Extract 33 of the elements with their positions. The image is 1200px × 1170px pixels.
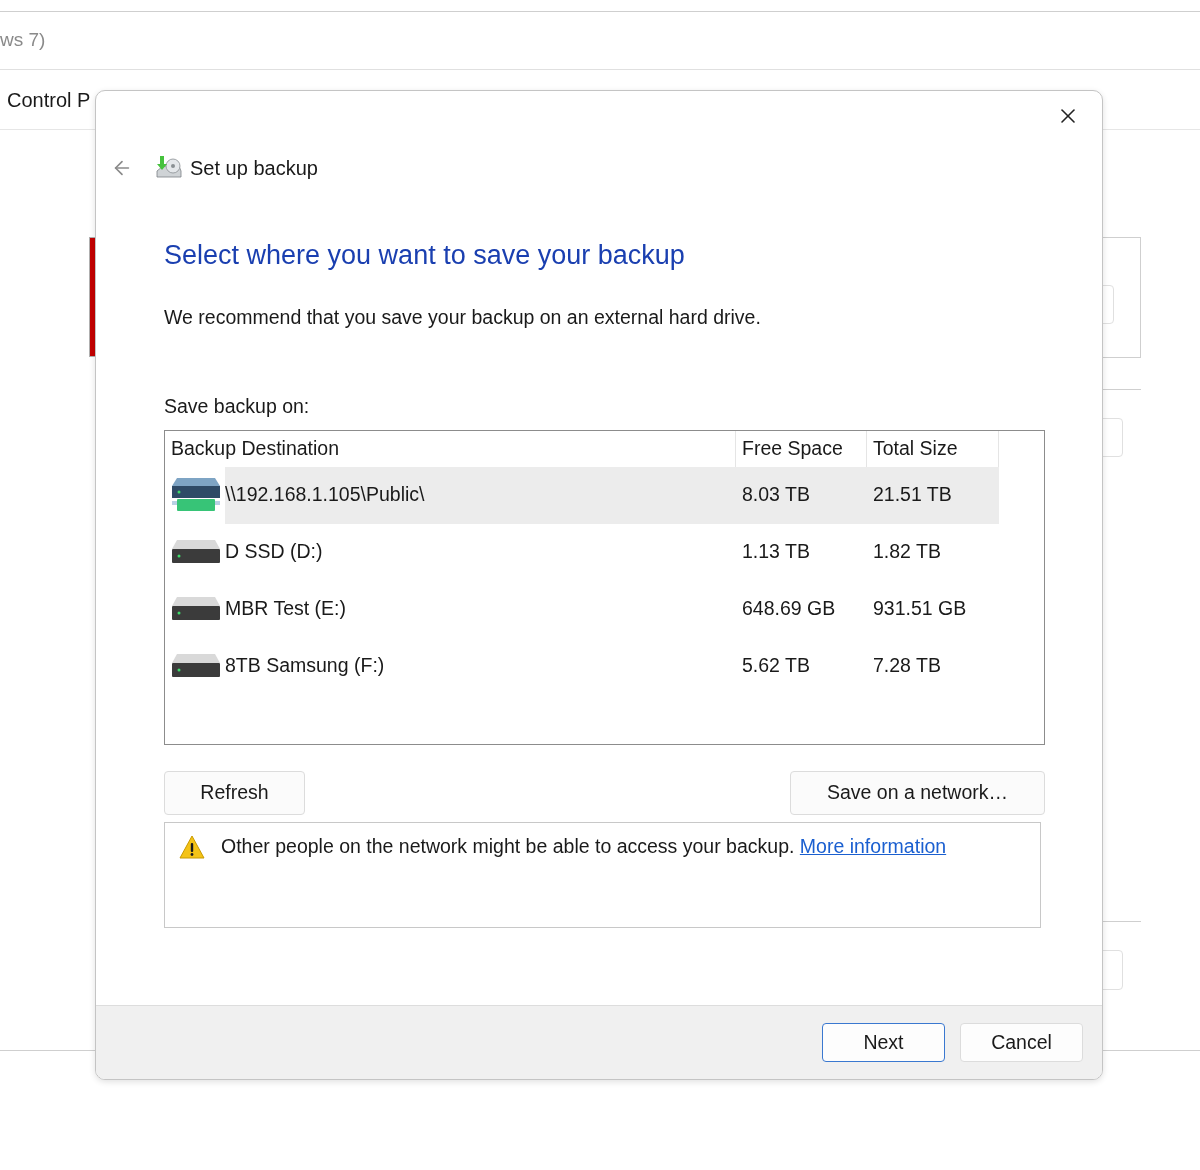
network-drive-icon: [171, 476, 221, 514]
hard-drive-icon: [171, 596, 221, 622]
destination-row[interactable]: \\192.168.1.105\Public\ 8.03 TB 21.51 TB: [225, 466, 999, 524]
more-information-link[interactable]: More information: [799, 834, 947, 857]
dialog-heading: Select where you want to save your backup: [164, 239, 686, 272]
hard-drive-icon: [171, 653, 221, 679]
footer-button[interactable]: Next: [822, 1023, 945, 1062]
free-space: 8.03 TB: [741, 482, 811, 508]
free-space: 648.69 GB: [741, 596, 837, 622]
description-text: We recommend that you save your backup on an external hard drive.: [164, 305, 762, 330]
free-space: 1.13 TB: [741, 539, 811, 565]
breadcrumb[interactable]: Control P: [7, 84, 91, 115]
save-on-network-button[interactable]: Save on a network…: [790, 770, 1045, 815]
refresh-button[interactable]: Refresh: [164, 770, 305, 815]
warning-icon: [179, 834, 205, 859]
destination-name: MBR Test (E:): [225, 596, 347, 622]
window-title: ws 7): [0, 28, 46, 53]
total-size: 21.51 TB: [872, 482, 953, 508]
destination-name: 8TB Samsung (F:): [225, 653, 386, 679]
column-header[interactable]: Free Space: [736, 430, 867, 467]
destination-name: D SSD (D:): [225, 539, 324, 565]
footer-button[interactable]: Cancel: [960, 1023, 1083, 1062]
list-label: Save backup on:: [164, 394, 311, 420]
total-size: 7.28 TB: [872, 653, 942, 679]
total-size: 1.82 TB: [872, 539, 942, 565]
dialog-title: Set up backup: [190, 156, 318, 181]
total-size: 931.51 GB: [872, 596, 968, 622]
hard-drive-icon: [171, 539, 221, 565]
column-header[interactable]: Total Size: [867, 430, 999, 467]
destination-name: \\192.168.1.105\Public\: [225, 482, 426, 508]
column-header[interactable]: Backup Destination: [165, 430, 736, 467]
free-space: 5.62 TB: [741, 653, 811, 679]
warning-text: Other people on the network might be able to access your backup. More information: [221, 833, 947, 859]
